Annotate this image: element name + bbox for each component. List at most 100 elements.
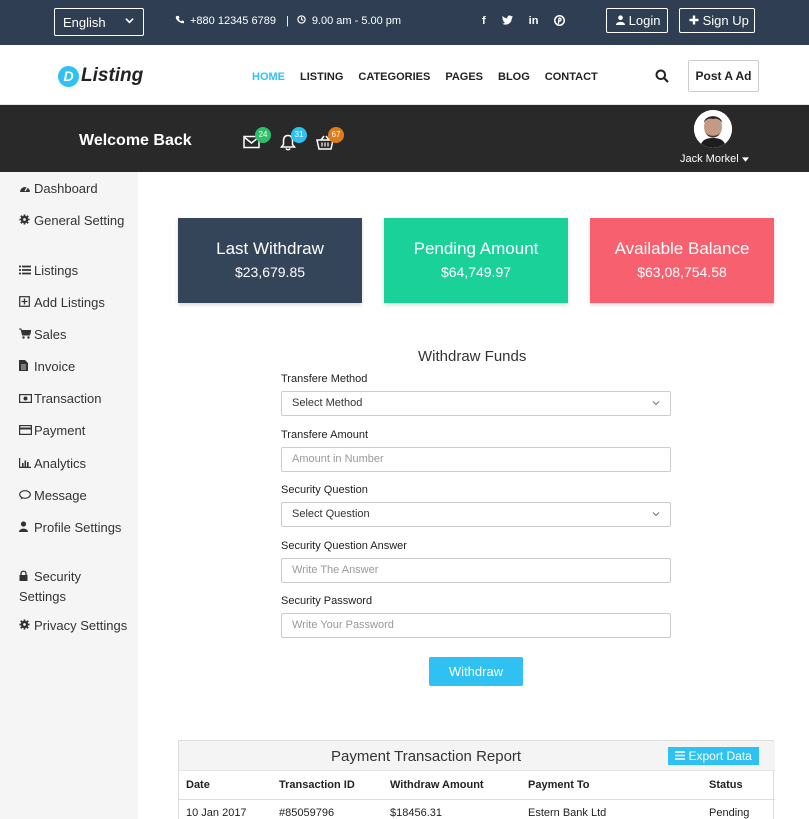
sidebar-item-label: Listings xyxy=(34,263,79,278)
main-navbar: D Listing HOME LISTING CATEGORIES PAGES … xyxy=(0,45,809,105)
dashboard-icon xyxy=(19,182,32,200)
sidebar-item-message[interactable]: Message xyxy=(19,487,129,507)
bar-chart-icon xyxy=(19,457,32,475)
sidebar-item-label: Invoice xyxy=(34,359,76,374)
sidebar-item-label: Sales xyxy=(34,327,67,342)
sidebar-item-label: Dashboard xyxy=(34,181,98,196)
withdraw-button[interactable]: Withdraw xyxy=(429,657,523,686)
social-links: f in xyxy=(482,14,566,29)
card-pending-amount: Pending Amount $64,749.97 xyxy=(384,218,568,303)
nav-pages[interactable]: PAGES xyxy=(445,71,483,83)
facebook-icon[interactable]: f xyxy=(482,15,486,29)
method-select-value: Select Method xyxy=(292,397,363,409)
gear-icon xyxy=(19,619,32,637)
contact-info: +880 12345 6789 | 9.00 am - 5.00 pm xyxy=(175,15,401,27)
sidebar-item-label: Transaction xyxy=(34,391,102,406)
amount-label: Transfere Amount xyxy=(281,429,369,441)
language-value: English xyxy=(63,15,106,30)
credit-card-icon xyxy=(19,424,33,442)
plus-icon xyxy=(689,13,703,28)
avatar[interactable] xyxy=(694,110,732,148)
card-value: $23,679.85 xyxy=(234,264,306,280)
card-value: $63,08,754.58 xyxy=(637,264,727,280)
sidebar-item-invoice[interactable]: Invoice xyxy=(19,358,129,378)
linkedin-icon[interactable]: in xyxy=(529,15,539,29)
search-icon[interactable] xyxy=(655,69,669,83)
cart-icon xyxy=(19,328,32,346)
report-header: Payment Transaction Report Export Data xyxy=(179,741,775,771)
chevron-down-icon xyxy=(125,16,134,28)
table-cell: Pending xyxy=(709,807,750,819)
export-label: Export Data xyxy=(688,749,752,763)
notification-count-badge: 31 xyxy=(291,127,307,143)
sidebar-item-profile-settings[interactable]: Profile Settings xyxy=(19,519,129,539)
question-label: Security Question xyxy=(281,484,368,496)
list-icon xyxy=(675,749,686,763)
sidebar-item-add-listings[interactable]: Add Listings xyxy=(19,294,129,314)
chevron-down-icon xyxy=(652,398,660,406)
language-select[interactable]: English xyxy=(54,8,144,36)
card-title: Pending Amount xyxy=(413,239,539,258)
nav-home[interactable]: HOME xyxy=(252,71,285,83)
cart-count-badge: 67 xyxy=(328,127,344,143)
sidebar-item-security-settings[interactable]: Security Settings xyxy=(19,568,129,606)
user-icon xyxy=(616,13,629,28)
user-icon xyxy=(19,521,32,539)
pinterest-icon[interactable] xyxy=(554,14,566,29)
answer-label: Security Question Answer xyxy=(281,540,407,552)
site-logo[interactable]: D Listing xyxy=(58,65,143,87)
opening-hours: 9.00 am - 5.00 pm xyxy=(311,15,402,27)
export-data-button[interactable]: Export Data xyxy=(668,747,759,765)
comment-icon xyxy=(19,489,32,507)
sidebar-item-payment[interactable]: Payment xyxy=(19,422,129,442)
sidebar-item-listings[interactable]: Listings xyxy=(19,262,129,282)
nav-blog[interactable]: BLOG xyxy=(498,71,530,83)
twitter-icon[interactable] xyxy=(501,15,513,29)
method-select[interactable]: Select Method xyxy=(281,391,671,416)
password-input[interactable]: Write Your Password xyxy=(281,613,671,638)
column-header: Transaction ID xyxy=(279,779,355,791)
login-button[interactable]: Login xyxy=(606,8,668,33)
main-menu: HOME LISTING CATEGORIES PAGES BLOG CONTA… xyxy=(252,71,598,83)
password-label: Security Password xyxy=(281,595,373,607)
nav-contact[interactable]: CONTACT xyxy=(545,71,598,83)
sidebar-item-analytics[interactable]: Analytics xyxy=(19,455,129,475)
user-name: Jack Morkel xyxy=(680,153,739,165)
nav-listing[interactable]: LISTING xyxy=(300,71,343,83)
question-select-value: Select Question xyxy=(292,508,370,520)
table-cell: $18456.31 xyxy=(390,807,442,819)
card-title: Available Balance xyxy=(614,239,750,258)
sidebar-item-sales[interactable]: Sales xyxy=(19,326,129,346)
logo-text: Listing xyxy=(81,65,144,86)
transaction-report: Payment Transaction Report Export Data D… xyxy=(178,740,775,819)
caret-down-icon xyxy=(741,153,749,165)
column-header: Status xyxy=(709,779,743,791)
sidebar-item-transaction[interactable]: Transaction xyxy=(19,390,129,410)
form-title: Withdraw Funds xyxy=(418,348,527,365)
lock-icon xyxy=(19,570,32,588)
question-select[interactable]: Select Question xyxy=(281,502,671,527)
mail-count-badge: 24 xyxy=(255,127,271,143)
top-bar: English +880 12345 6789 | 9.00 am - 5.00… xyxy=(0,0,809,45)
card-last-withdraw: Last Withdraw $23,679.85 xyxy=(178,218,362,303)
clock-icon xyxy=(297,15,306,27)
logo-mark: D xyxy=(58,65,79,87)
sidebar-item-general-setting[interactable]: General Setting xyxy=(19,212,129,232)
nav-categories[interactable]: CATEGORIES xyxy=(358,71,430,83)
gear-icon xyxy=(19,214,32,232)
post-ad-button[interactable]: Post A Ad xyxy=(688,60,759,92)
report-title: Payment Transaction Report xyxy=(331,748,522,765)
card-title: Last Withdraw xyxy=(216,239,324,258)
sidebar-item-dashboard[interactable]: Dashboard xyxy=(19,180,129,200)
phone-number: +880 12345 6789 xyxy=(190,15,276,27)
sidebar: Dashboard General Setting Listings Add L… xyxy=(0,172,138,819)
user-menu[interactable]: Jack Morkel xyxy=(680,153,749,165)
signup-button[interactable]: Sign Up xyxy=(679,8,755,33)
separator: | xyxy=(285,15,289,27)
phone-icon xyxy=(175,15,184,27)
column-header: Withdraw Amount xyxy=(390,779,484,791)
plus-square-icon xyxy=(19,296,32,314)
sidebar-item-privacy-settings[interactable]: Privacy Settings xyxy=(19,617,129,637)
amount-input[interactable]: Amount in Number xyxy=(281,447,671,472)
answer-input[interactable]: Write The Answer xyxy=(281,558,671,583)
